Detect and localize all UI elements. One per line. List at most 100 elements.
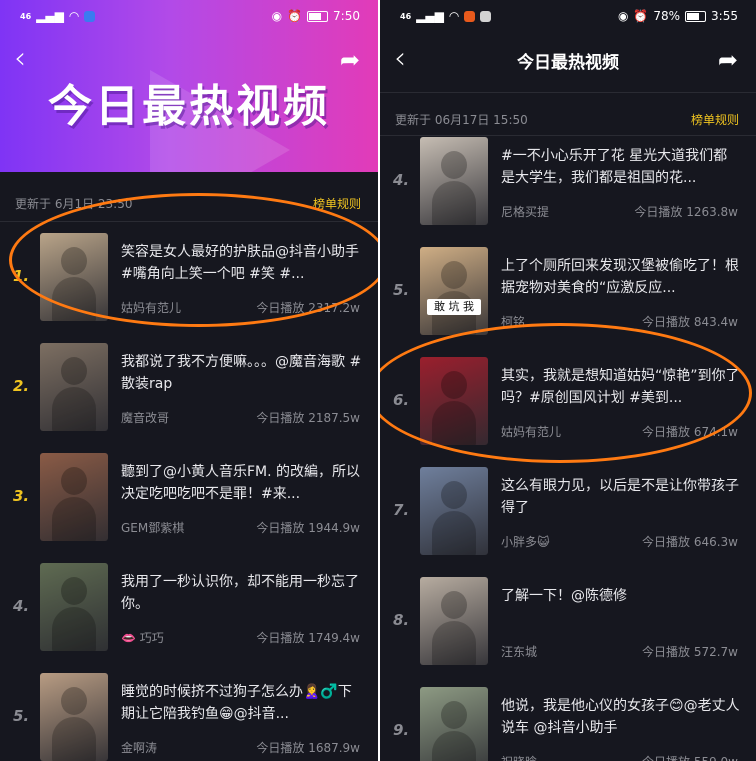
update-row: 更新于 06月17日 15:50 榜单规则 xyxy=(380,108,756,132)
thumbnail-figure xyxy=(432,621,476,665)
video-thumbnail[interactable] xyxy=(40,673,108,761)
thumbnail-figure xyxy=(432,181,476,225)
author-name: 魔音改哥 xyxy=(121,411,170,425)
battery-percent: 78% xyxy=(653,9,681,23)
share-icon[interactable]: ➦ xyxy=(340,48,360,72)
video-title: #一不小心乐开了花 星光大道我们都是大学生，我们都是祖国的花... xyxy=(501,148,728,186)
eye-icon: ◉ xyxy=(271,9,283,23)
thumbnail-figure xyxy=(61,467,87,495)
rules-link[interactable]: 榜单规则 xyxy=(313,195,361,212)
rank-number: 4. xyxy=(13,597,30,615)
video-thumbnail[interactable] xyxy=(40,233,108,321)
network-type: 46 xyxy=(20,11,32,21)
play-count: 今日播放 1687.9w xyxy=(256,741,360,755)
list-item[interactable]: 7. 这么有眼力见，以后是不是让你带孩子得了小胖多😺 今日播放 646.3w xyxy=(380,467,756,577)
rank-number: 4. xyxy=(393,171,410,189)
rank-number: 3. xyxy=(13,487,30,505)
thumbnail-figure xyxy=(61,577,87,605)
thumbnail-figure xyxy=(441,371,467,399)
play-count: 今日播放 1263.8w xyxy=(634,205,738,219)
divider xyxy=(380,92,756,93)
signal-icon: ▂▄▆ xyxy=(36,9,64,23)
video-title: 这么有眼力见，以后是不是让你带孩子得了 xyxy=(501,478,739,516)
video-title: 了解一下！@陈德修 xyxy=(501,588,627,604)
rules-link[interactable]: 榜单规则 xyxy=(691,111,739,128)
video-thumbnail[interactable] xyxy=(420,577,488,665)
author-name: 尼格买提 xyxy=(501,205,550,219)
play-count: 今日播放 2317.2w xyxy=(256,301,360,315)
clock-time: 3:55 xyxy=(711,9,738,23)
video-thumbnail[interactable] xyxy=(420,687,488,761)
right-phone-screen: 46 ▂▄▆ ◠ ◉ ⏰ 78% 3:55 ‹ 今日最热视频 ➦ 更新于 06月… xyxy=(380,0,756,761)
video-title: 我用了一秒认识你，却不能用一秒忘了你。 xyxy=(121,574,359,612)
wifi-icon: ◠ xyxy=(448,9,460,23)
video-thumbnail[interactable] xyxy=(420,357,488,445)
video-thumbnail[interactable] xyxy=(40,453,108,541)
video-title: 我都说了我不方便嘛。。。@魔音海歌 #散装rap xyxy=(121,354,362,392)
thumbnail-figure xyxy=(61,357,87,385)
thumbnail-figure xyxy=(432,511,476,555)
author-name: 姑妈有范儿 xyxy=(121,301,182,315)
author-name: GEM鄧紫棋 xyxy=(121,521,185,535)
video-thumbnail[interactable] xyxy=(420,137,488,225)
author-name: 汪东城 xyxy=(501,645,538,659)
play-count: 今日播放 674.1w xyxy=(642,425,738,439)
screenshot-composite: 今日最热视频 46 ▂▄▆ ◠ ◉ ⏰ 7:50 ‹ ➦ 更新于 6月1日 23… xyxy=(0,0,756,761)
author-name: 姑妈有范儿 xyxy=(501,425,562,439)
rank-number: 7. xyxy=(393,501,410,519)
video-thumbnail[interactable] xyxy=(40,563,108,651)
list-item[interactable]: 4. 我用了一秒认识你，却不能用一秒忘了你。 👄 巧巧 今日播放 1749.4w xyxy=(0,563,378,673)
rank-number: 5. xyxy=(13,707,30,725)
list-item[interactable]: 8. 了解一下！@陈德修 汪东城 今日播放 572.7w xyxy=(380,577,756,687)
author-name: 祝晓晗 xyxy=(501,753,537,761)
network-type: 46 xyxy=(400,11,412,21)
divider xyxy=(380,135,756,136)
thumbnail-figure xyxy=(441,701,467,729)
rank-number: 5. xyxy=(393,281,410,299)
left-phone-screen: 今日最热视频 46 ▂▄▆ ◠ ◉ ⏰ 7:50 ‹ ➦ 更新于 6月1日 23… xyxy=(0,0,378,761)
play-count: 今日播放 559.0w xyxy=(642,753,738,761)
list-item[interactable]: 4. #一不小心乐开了花 星光大道我们都是大学生，我们都是祖国的花... 尼格买提 今… xyxy=(380,137,756,247)
eye-icon: ◉ xyxy=(617,9,629,23)
list-item[interactable]: 9. 他说，我是他心仪的女孩子😊@老丈人说车 @抖音小助手祝晓晗 今日播放 559.… xyxy=(380,687,756,761)
status-bar: 46 ▂▄▆ ◠ ◉ ⏰ 78% 3:55 xyxy=(380,0,756,32)
wifi-icon: ◠ xyxy=(68,9,80,23)
play-count: 今日播放 572.7w xyxy=(642,645,738,659)
app-notification-icon xyxy=(84,10,96,22)
video-title: 其实，我就是想知道姑妈“惊艳”到你了吗？#原创国风计划 #美到... xyxy=(501,368,740,406)
author-name: 小胖多😺 xyxy=(501,535,550,549)
list-item[interactable]: 1. 笑容是女人最好的护肤品@抖音小助手 #嘴角向上笑一个吧 #笑 #... 姑妈有… xyxy=(0,233,378,343)
signal-icon: ▂▄▆ xyxy=(416,9,444,23)
share-icon[interactable]: ➦ xyxy=(718,48,738,72)
video-title: 上了个厕所回来发现汉堡被偷吃了！根据宠物对美食的“应激反应... xyxy=(501,258,739,296)
play-count: 今日播放 646.3w xyxy=(642,535,738,549)
video-title: 他说，我是他心仪的女孩子😊@老丈人说车 @抖音小助手 xyxy=(501,698,740,736)
thumbnail-figure xyxy=(52,497,96,541)
list-item[interactable]: 2. 我都说了我不方便嘛。。。@魔音海歌 #散装rap 魔音改哥 今日播放 2187.… xyxy=(0,343,378,453)
thumbnail-figure xyxy=(432,401,476,445)
video-title: 聽到了@小黄人音乐FM. 的改編，所以决定吃吧吃吧不是罪！#来... xyxy=(121,464,361,502)
thumbnail-figure xyxy=(61,687,87,715)
thumbnail-figure xyxy=(441,481,467,509)
thumbnail-caption: 敢 坑 我 xyxy=(427,299,481,315)
thumbnail-figure xyxy=(52,717,96,761)
divider xyxy=(0,221,378,222)
thumbnail-figure xyxy=(52,607,96,651)
video-thumbnail[interactable] xyxy=(40,343,108,431)
rank-number: 6. xyxy=(393,391,410,409)
rank-number: 8. xyxy=(393,611,410,629)
video-thumbnail[interactable] xyxy=(420,467,488,555)
thumbnail-figure xyxy=(441,261,467,289)
play-count: 今日播放 1944.9w xyxy=(256,521,360,535)
list-item[interactable]: 6. 其实，我就是想知道姑妈“惊艳”到你了吗？#原创国风计划 #美到... 姑妈有范… xyxy=(380,357,756,467)
author-name: 金啊涛 xyxy=(121,741,158,755)
video-thumbnail[interactable]: 敢 坑 我 xyxy=(420,247,488,335)
back-icon[interactable]: ‹ xyxy=(14,44,26,74)
list-item[interactable]: 5. 睡觉的时候挤不过狗子怎么办🙎‍♀️♂️下期让它陪我钓鱼😁@抖音... 金啊涛 今… xyxy=(0,673,378,761)
alarm-icon: ⏰ xyxy=(633,9,649,23)
list-item[interactable]: 5. 敢 坑 我 上了个厕所回来发现汉堡被偷吃了！根据宠物对美食的“应激反应... 柯… xyxy=(380,247,756,357)
list-item[interactable]: 3. 聽到了@小黄人音乐FM. 的改編，所以决定吃吧吃吧不是罪！#来... GEM鄧… xyxy=(0,453,378,563)
update-time: 更新于 6月1日 23:50 xyxy=(15,197,133,211)
thumbnail-figure xyxy=(61,247,87,275)
status-bar: 46 ▂▄▆ ◠ ◉ ⏰ 7:50 xyxy=(0,0,378,32)
